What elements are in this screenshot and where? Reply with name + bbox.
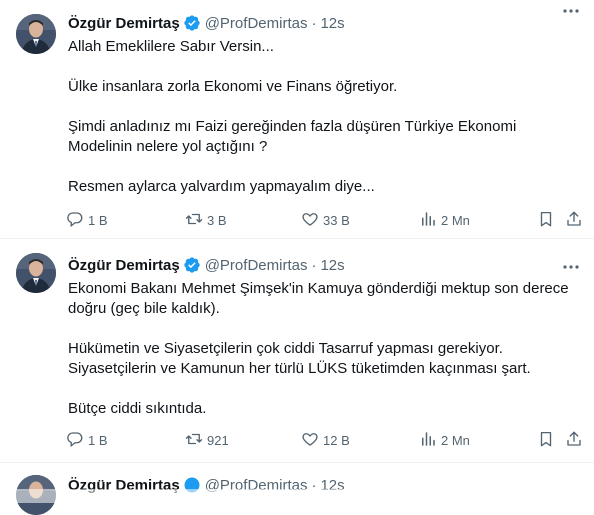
repost-button[interactable]: 921 — [185, 430, 229, 450]
repost-icon — [185, 210, 203, 231]
author-name[interactable]: Özgür Demirtaş — [68, 257, 180, 274]
verified-badge-icon — [183, 256, 201, 274]
heart-icon — [301, 210, 319, 231]
repost-count: 3 B — [207, 212, 227, 228]
views-button[interactable]: 2 Mn — [419, 430, 470, 450]
like-button[interactable]: 12 B — [301, 430, 350, 450]
tweet-line: Allah Emeklilere Sabır Versin... — [68, 38, 274, 55]
bookmark-icon — [537, 430, 555, 451]
tweet-line: Hükümetin ve Siyasetçilerin çok ciddi Ta… — [68, 340, 531, 377]
views-count: 2 Mn — [441, 432, 470, 448]
reply-icon — [66, 430, 84, 451]
author-handle[interactable]: @ProfDemirtas — [205, 257, 308, 274]
repost-button[interactable]: 3 B — [185, 210, 227, 230]
tweet-line: Bütçe ciddi sıkıntıda. — [68, 400, 207, 417]
repost-icon — [185, 430, 203, 451]
like-button[interactable]: 33 B — [301, 210, 350, 230]
avatar[interactable] — [16, 14, 56, 54]
views-count: 2 Mn — [441, 212, 470, 228]
avatar[interactable] — [16, 253, 56, 293]
repost-count: 921 — [207, 432, 229, 448]
separator-dot: · — [311, 14, 317, 32]
reply-count: 1 B — [88, 432, 108, 448]
action-bar: 1 B 921 12 B 2 Mn — [66, 430, 583, 450]
tweet[interactable]: Özgür Demirtaş @ProfDemirtas · 12s Allah… — [0, 0, 594, 239]
tweet[interactable]: Özgür Demirtaş @ProfDemirtas · 12s — [0, 463, 594, 515]
bookmark-button[interactable] — [537, 430, 555, 450]
timestamp[interactable]: 12s — [320, 15, 344, 32]
tweet-text: Allah Emeklilere Sabır Versin... Ülke in… — [68, 37, 578, 197]
like-count: 33 B — [323, 212, 350, 228]
tweet-line: Şimdi anladınız mı Faizi gereğinden fazl… — [68, 118, 517, 155]
author-name[interactable]: Özgür Demirtaş — [68, 15, 180, 32]
bookmark-button[interactable] — [537, 210, 555, 230]
tweet-line: Ekonomi Bakanı Mehmet Şimşek'in Kamuya g… — [68, 280, 569, 317]
more-dots-icon[interactable] — [562, 4, 580, 18]
share-button[interactable] — [565, 430, 583, 450]
tweet-text: Ekonomi Bakanı Mehmet Şimşek'in Kamuya g… — [68, 279, 578, 419]
share-button[interactable] — [565, 210, 583, 230]
tweet-header: Özgür Demirtaş @ProfDemirtas · 12s — [68, 254, 582, 276]
reply-count: 1 B — [88, 212, 108, 228]
separator-dot: · — [311, 256, 317, 274]
author-handle[interactable]: @ProfDemirtas — [205, 15, 308, 32]
views-chart-icon — [419, 430, 437, 451]
reply-button[interactable]: 1 B — [66, 210, 108, 230]
views-chart-icon — [419, 210, 437, 231]
tweet-line: Resmen aylarca yalvardım yapmayalım diye… — [68, 178, 375, 195]
bookmark-icon — [537, 210, 555, 231]
share-icon — [565, 430, 583, 451]
timestamp[interactable]: 12s — [320, 257, 344, 274]
action-bar: 1 B 3 B 33 B 2 Mn — [66, 210, 583, 230]
like-count: 12 B — [323, 432, 350, 448]
views-button[interactable]: 2 Mn — [419, 210, 470, 230]
verified-badge-icon — [183, 14, 201, 32]
scroll-fade — [0, 489, 594, 503]
tweet-header: Özgür Demirtaş @ProfDemirtas · 12s — [68, 12, 582, 34]
reply-icon — [66, 210, 84, 231]
more-dots-icon[interactable] — [562, 260, 580, 274]
tweet[interactable]: Özgür Demirtaş @ProfDemirtas · 12s Ekono… — [0, 239, 594, 463]
tweet-line: Ülke insanlara zorla Ekonomi ve Finans ö… — [68, 78, 398, 95]
share-icon — [565, 210, 583, 231]
heart-icon — [301, 430, 319, 451]
reply-button[interactable]: 1 B — [66, 430, 108, 450]
